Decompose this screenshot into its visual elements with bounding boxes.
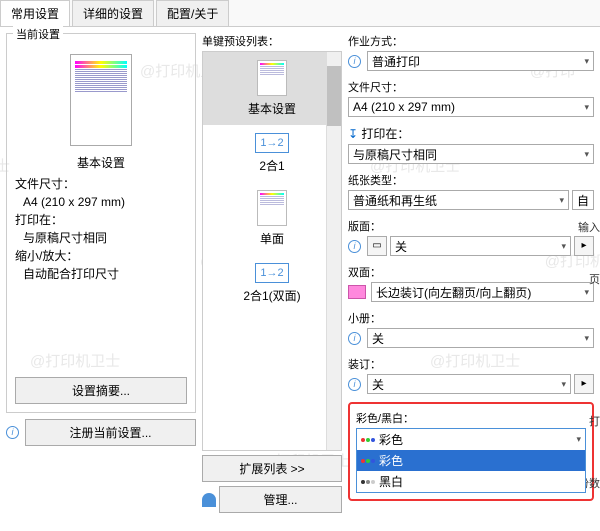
info-icon[interactable]: i (6, 426, 19, 439)
info-icon[interactable]: i (348, 332, 361, 345)
job-select[interactable]: 普通打印▾ (367, 51, 594, 71)
info-scale-value: 自动配合打印尺寸 (15, 265, 187, 283)
printon-value: 与原稿尺寸相同 (353, 146, 437, 163)
color-dots-icon (361, 438, 375, 442)
paper-label: 纸张类型： (348, 172, 594, 188)
preview-thumbnail (70, 54, 132, 146)
duplex-icon (348, 285, 366, 299)
booklet-label: 小册： (348, 310, 594, 326)
booklet-select[interactable]: 关▾ (367, 328, 594, 348)
color-label: 彩色/黑白： (356, 410, 586, 426)
bind-value: 关 (372, 376, 384, 393)
info-printon-label: 打印在： (15, 211, 187, 229)
arrow-icon: 1→2 (255, 263, 289, 283)
color-option-label: 彩色 (379, 431, 403, 448)
tab-config[interactable]: 配置/关于 (156, 0, 229, 26)
color-option-bw[interactable]: 黑白 (357, 471, 585, 492)
register-button[interactable]: 注册当前设置... (25, 419, 196, 446)
duplex-value: 长边装订(向左翻页/向上翻页) (376, 284, 531, 301)
bind-select[interactable]: 关▾ (367, 374, 571, 394)
preset-2in1-duplex[interactable]: 1→2 2合1(双面) (203, 255, 341, 312)
preset-single[interactable]: 单面 (203, 182, 341, 255)
color-select[interactable]: 彩色 ▾ 彩色 黑白 (356, 428, 586, 493)
booklet-value: 关 (372, 330, 384, 347)
color-option-label: 彩色 (379, 452, 403, 469)
input-label: 输入 (578, 219, 600, 235)
info-icon[interactable]: i (348, 55, 361, 68)
duplex-label: 双面： (348, 264, 594, 280)
info-scale-label: 缩小/放大： (15, 247, 187, 265)
expand-list-button[interactable]: 扩展列表 >> (202, 455, 342, 482)
color-dots-icon (361, 459, 375, 463)
preset-label: 2合1 (207, 157, 337, 174)
job-label: 作业方式： (348, 33, 594, 49)
size-select[interactable]: A4 (210 x 297 mm)▾ (348, 97, 594, 117)
bind-label: 装订： (348, 356, 594, 372)
summary-button[interactable]: 设置摘要... (15, 377, 187, 404)
color-option-label: 黑白 (379, 473, 403, 490)
paper-value: 普通纸和再生纸 (353, 192, 437, 209)
layout-label: 版面： (348, 218, 594, 234)
scrollbar[interactable] (326, 52, 341, 450)
layout-value: 关 (395, 238, 407, 255)
info-printon-value: 与原稿尺寸相同 (15, 229, 187, 247)
arrow-icon: 1→2 (255, 133, 289, 153)
preset-label: 基本设置 (207, 100, 337, 117)
preset-name: 基本设置 (15, 154, 187, 171)
layout-select[interactable]: 关▾ (390, 236, 571, 256)
info-size-label: 文件尺寸： (15, 175, 187, 193)
input-select[interactable]: 自 (572, 190, 594, 210)
color-option-selected[interactable]: 彩色 ▾ (357, 429, 585, 450)
tab-common[interactable]: 常用设置 (0, 0, 70, 26)
size-label: 文件尺寸： (348, 79, 594, 95)
user-icon (202, 493, 216, 507)
duplex-select[interactable]: 长边装订(向左翻页/向上翻页)▾ (371, 282, 594, 302)
preset-2in1[interactable]: 1→2 2合1 (203, 125, 341, 182)
layout-next-button[interactable]: ▸ (574, 236, 594, 256)
current-settings-legend: 当前设置 (13, 26, 63, 42)
color-option-color[interactable]: 彩色 (357, 450, 585, 471)
size-value: A4 (210 x 297 mm) (353, 100, 455, 114)
preset-label: 单面 (207, 230, 337, 247)
preset-label: 2合1(双面) (207, 287, 337, 304)
preset-list-label: 单键预设列表： (202, 33, 342, 49)
printon-label: ↧ 打印在： (348, 125, 594, 142)
color-highlight-box: 彩色/黑白： 份数 彩色 ▾ 彩色 黑白 (348, 402, 594, 501)
manage-button[interactable]: 管理... (219, 486, 342, 513)
info-icon[interactable]: i (348, 378, 361, 391)
bw-dots-icon (361, 480, 375, 484)
info-size-value: A4 (210 x 297 mm) (15, 193, 187, 211)
layout-icon-button[interactable]: ▭ (367, 236, 387, 256)
job-value: 普通打印 (372, 53, 420, 70)
bind-next-button[interactable]: ▸ (574, 374, 594, 394)
printon-select[interactable]: 与原稿尺寸相同▾ (348, 144, 594, 164)
info-icon[interactable]: i (348, 240, 361, 253)
page-label: 页 (589, 271, 600, 287)
staple-label: 打 (589, 413, 600, 429)
preset-basic[interactable]: 基本设置 (203, 52, 341, 125)
tab-detail[interactable]: 详细的设置 (72, 0, 154, 26)
paper-select[interactable]: 普通纸和再生纸▾ (348, 190, 569, 210)
